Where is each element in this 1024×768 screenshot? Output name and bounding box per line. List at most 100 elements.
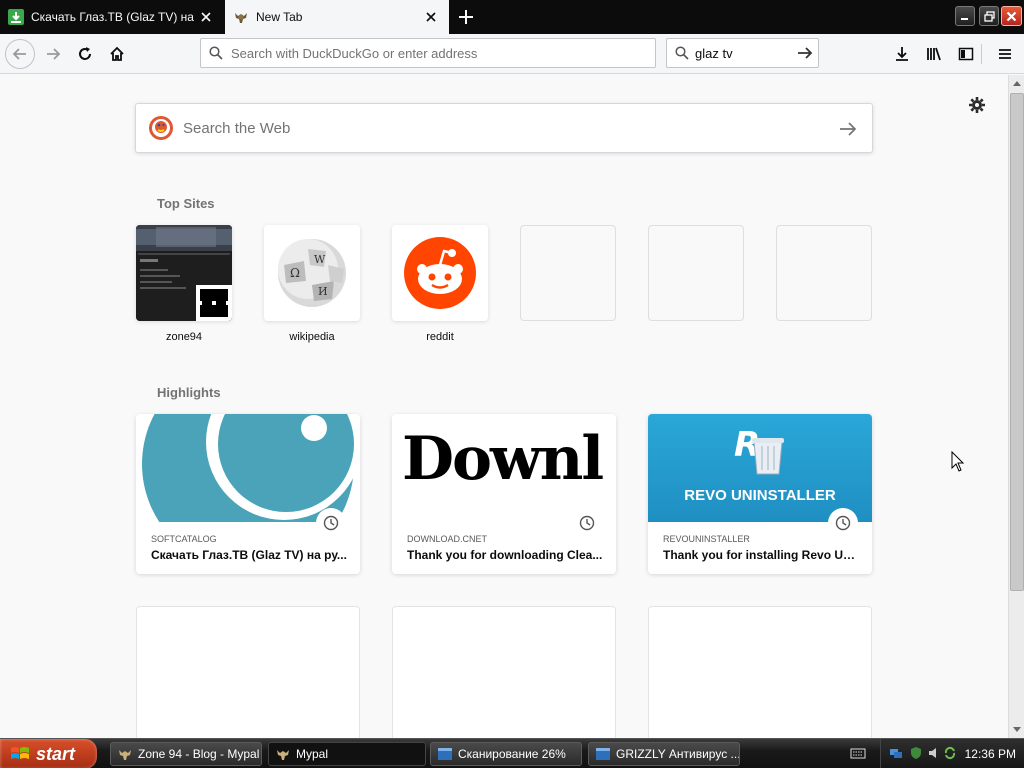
customize-button[interactable] — [966, 94, 988, 116]
minimize-icon — [961, 18, 968, 20]
window-close-button[interactable] — [1001, 6, 1022, 26]
clock-icon — [572, 508, 602, 538]
top-site-tile-wikipedia[interactable]: Ω W И — [264, 225, 360, 321]
svg-text:И: И — [318, 285, 328, 298]
close-icon[interactable] — [198, 9, 214, 25]
taskbar-item-label: Mypal — [296, 747, 329, 761]
card-thumbnail — [136, 414, 360, 522]
card-title: Скачать Глаз.ТВ (Glaz TV) на ру... — [151, 548, 347, 562]
mouse-cursor-icon — [951, 451, 965, 472]
card-title: Thank you for installing Revo Un... — [663, 548, 859, 562]
sync-icon[interactable] — [943, 746, 957, 760]
taskbar-item-mypal[interactable]: Mypal — [268, 742, 426, 766]
system-clock[interactable]: 12:36 PM — [965, 747, 1016, 761]
downloads-button[interactable] — [887, 39, 917, 69]
search-input[interactable] — [695, 45, 787, 61]
highlights-heading: Highlights — [157, 385, 221, 400]
search-icon — [209, 46, 223, 60]
library-button[interactable] — [919, 39, 949, 69]
back-button[interactable] — [5, 39, 35, 69]
card-source: DOWNLOAD.CNET — [407, 534, 488, 544]
tab-new-tab[interactable]: New Tab — [225, 0, 449, 34]
vertical-scrollbar[interactable] — [1008, 75, 1024, 738]
taskbar-item-label: Сканирование 26% — [458, 747, 566, 761]
new-tab-button[interactable] — [452, 4, 480, 30]
scroll-down-arrow-icon[interactable] — [1009, 722, 1024, 738]
url-bar[interactable] — [200, 38, 656, 68]
sidebar-button[interactable] — [951, 39, 981, 69]
top-site-tile-empty[interactable] — [520, 225, 616, 321]
arrow-right-icon — [840, 122, 857, 136]
top-site-label: zone94 — [165, 331, 203, 343]
highlight-card-placeholder — [136, 606, 360, 738]
tab-title: New Tab — [256, 10, 303, 24]
antivirus-window-icon — [596, 748, 610, 760]
thumbnail-text: REVO UNINSTALLER — [684, 487, 836, 504]
taskbar-item-scan[interactable]: Сканирование 26% — [430, 742, 582, 766]
reload-icon — [79, 47, 91, 60]
card-title: Thank you for downloading Clea... — [407, 548, 603, 562]
windows-flag-icon — [11, 747, 29, 759]
highlight-card-revo[interactable]: R REVO UNINSTALLER REVOUNINSTALLER Thank… — [648, 414, 872, 574]
top-site-label: wikipedia — [289, 331, 335, 343]
highlight-card-download-cnet[interactable]: Downl DOWNLOAD.CNET Thank you for downlo… — [392, 414, 616, 574]
moose-icon — [277, 750, 289, 760]
url-input[interactable] — [231, 45, 641, 61]
scrollbar-thumb[interactable] — [1010, 93, 1024, 591]
taskbar-item-label: GRIZZLY Антивирус ... — [616, 747, 740, 761]
start-button[interactable]: start — [0, 739, 97, 768]
volume-icon[interactable] — [927, 746, 941, 760]
web-search-input[interactable] — [183, 119, 823, 137]
top-site-tile-zone94[interactable] — [136, 225, 232, 321]
wikipedia-globe-icon: Ω W И — [264, 225, 360, 321]
top-site-tile-reddit[interactable] — [392, 225, 488, 321]
highlight-card-softcatalog[interactable]: SOFTCATALOG Скачать Глаз.ТВ (Glaz TV) на… — [136, 414, 360, 574]
taskbar-item-grizzly[interactable]: GRIZZLY Антивирус ... — [588, 742, 740, 766]
taskbar-item-label: Zone 94 - Blog - Mypal — [138, 747, 260, 761]
gear-icon — [969, 97, 985, 113]
taskbar-item-zone94[interactable]: Zone 94 - Blog - Mypal — [110, 742, 262, 766]
tab-strip: Скачать Глаз.ТВ (Glaz TV) на ру New Tab — [0, 0, 1024, 34]
library-icon — [927, 47, 941, 61]
forward-button[interactable] — [38, 39, 68, 69]
svg-text:W: W — [314, 253, 326, 266]
glaz-tv-logo — [136, 414, 360, 522]
windows-taskbar: start Zone 94 - Blog - Mypal Mypal Скани… — [0, 738, 1024, 768]
search-icon — [675, 46, 689, 60]
forward-arrow-icon — [47, 48, 61, 60]
svg-text:Ω: Ω — [290, 266, 300, 280]
shield-icon[interactable] — [909, 746, 923, 760]
highlight-card-placeholder — [648, 606, 872, 738]
new-tab-page: Top Sites Ω — [0, 75, 1008, 738]
moose-icon — [235, 13, 247, 23]
reddit-icon — [392, 225, 488, 321]
card-thumbnail: R REVO UNINSTALLER — [648, 414, 872, 522]
top-sites-heading: Top Sites — [157, 196, 215, 211]
hamburger-icon — [999, 49, 1011, 59]
clock-icon — [828, 508, 858, 538]
scroll-up-arrow-icon[interactable] — [1009, 75, 1024, 91]
restore-icon — [983, 10, 995, 22]
top-site-tile-empty[interactable] — [776, 225, 872, 321]
menu-button[interactable] — [990, 39, 1020, 69]
revo-uninstaller-logo: R — [734, 425, 784, 475]
web-search-box[interactable] — [135, 103, 873, 153]
network-icon[interactable] — [889, 746, 903, 760]
minimize-button[interactable] — [955, 6, 975, 26]
download-green-icon — [8, 9, 24, 25]
close-icon — [1006, 11, 1017, 21]
top-site-tile-empty[interactable] — [648, 225, 744, 321]
toolbar-separator — [981, 44, 982, 64]
close-icon[interactable] — [423, 9, 439, 25]
search-bar[interactable] — [666, 38, 819, 68]
keyboard-icon[interactable] — [850, 746, 866, 760]
highlight-card-placeholder — [392, 606, 616, 738]
search-go-button[interactable] — [796, 44, 814, 65]
web-search-submit[interactable] — [838, 119, 858, 142]
restore-button[interactable] — [979, 6, 999, 26]
tab-softcatalog[interactable]: Скачать Глаз.ТВ (Glaz TV) на ру — [0, 0, 224, 34]
home-button[interactable] — [102, 39, 132, 69]
reload-button[interactable] — [70, 39, 100, 69]
moose-icon — [119, 750, 131, 760]
duckduckgo-icon — [149, 116, 173, 140]
